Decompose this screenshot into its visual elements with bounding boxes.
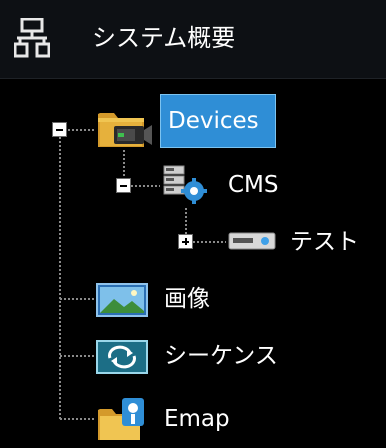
recorder-device-icon	[228, 232, 276, 250]
expand-toggle-devices[interactable]	[52, 122, 67, 137]
expand-toggle-cms[interactable]	[116, 178, 131, 193]
sequence-icon	[96, 340, 148, 374]
emap-icon	[98, 398, 144, 440]
tree-label-devices: Devices	[168, 108, 259, 134]
tree-node-test[interactable]: テスト	[290, 226, 359, 258]
picture-icon	[96, 283, 148, 317]
tree-node-image[interactable]: 画像	[164, 283, 210, 315]
tree-connector-lines	[59, 129, 226, 420]
tree-node-emap[interactable]: Emap	[164, 403, 230, 435]
expand-toggle-test[interactable]	[178, 234, 193, 249]
tree-node-sequence[interactable]: シーケンス	[164, 340, 278, 372]
tree-node-cms[interactable]: CMS	[228, 169, 279, 201]
system-overview-panel: システム概要 Devices CMS テスト 画像 シーケンス Emap	[0, 0, 386, 448]
folder-camera-icon	[98, 113, 152, 147]
tree-node-devices[interactable]: Devices	[160, 94, 276, 148]
server-settings-icon	[163, 165, 207, 204]
